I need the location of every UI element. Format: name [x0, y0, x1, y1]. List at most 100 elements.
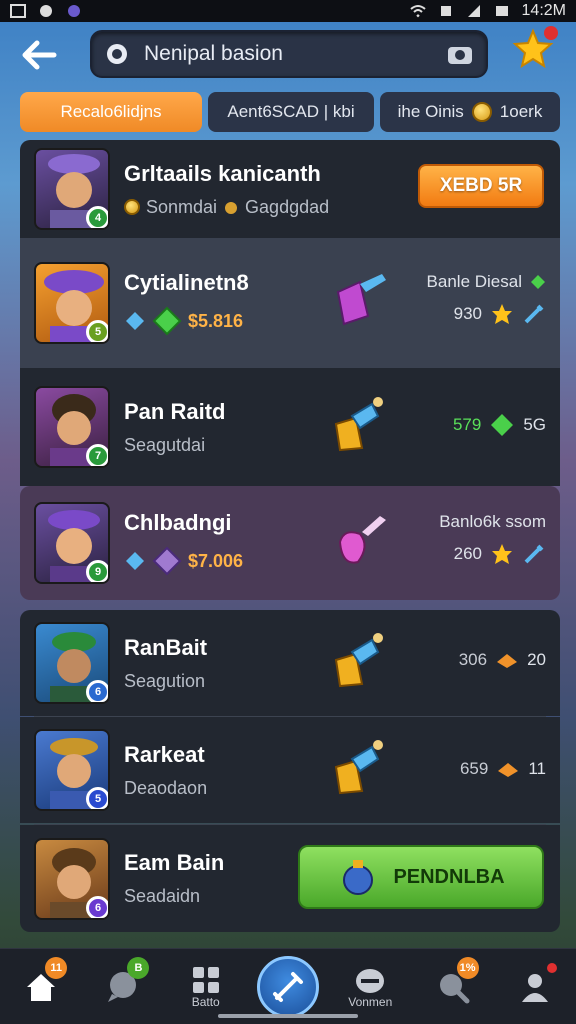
subtitle-1: Sonmdai [146, 196, 218, 217]
potion-icon [343, 860, 374, 895]
level-badge: 5 [86, 787, 108, 809]
account-badge [546, 962, 557, 973]
row-info: Cytialinetn8 $5.816 [124, 270, 249, 336]
level-badge: 9 [86, 560, 108, 582]
list-item[interactable]: 9 Chlbadngi $7.006 Banlo6k ssom 260 [20, 486, 560, 600]
search-input[interactable]: Nenipal basion [144, 42, 446, 66]
bag-icon [225, 202, 238, 214]
favorites-button[interactable] [512, 26, 558, 72]
row-info: Pan Raitd Seagutdai [124, 399, 225, 456]
gem-icon [152, 546, 182, 576]
row-info: Rarkeat Deaodaon [124, 742, 207, 799]
chat-badge: B [127, 956, 150, 979]
stats-line: 306 20 [459, 650, 546, 670]
pending-button[interactable]: PENDNLBA [298, 845, 544, 909]
diamond-icon [126, 312, 144, 330]
nav-profile[interactable]: Vonmen [338, 955, 402, 1019]
item-name: Chlbadngi [124, 510, 232, 535]
tab-bar: Recalo6lidjns Aent6SCAD | kbi ihe Oinis … [20, 92, 560, 132]
reward-title: Banlo6k ssom [439, 512, 546, 531]
list-item[interactable]: 6 RanBait Seagution 306 20 [20, 610, 560, 716]
stat-1: 306 [458, 650, 488, 669]
status-time: 14:2M [521, 2, 566, 19]
back-button[interactable] [14, 30, 64, 80]
list-item[interactable]: 4 Grltaails kanicanth Sonmdai Gagdgdad X… [20, 140, 560, 238]
sword-icon [524, 544, 544, 564]
item-subtitle: Sonmdai Gagdgdad [124, 197, 329, 218]
gallery-icon [10, 4, 26, 18]
nav-search[interactable]: 1% [421, 955, 485, 1019]
level-badge: 6 [86, 895, 108, 918]
diamond-icon [126, 552, 144, 570]
stats: 579 5G [453, 412, 546, 438]
nav-battle[interactable] [256, 955, 320, 1019]
avatar: 5 [34, 262, 110, 344]
nav-home[interactable]: 11 [9, 955, 73, 1019]
claim-button[interactable]: XEBD 5R [418, 164, 544, 208]
bomb-icon [334, 740, 383, 795]
level-badge: 4 [86, 206, 108, 228]
item-list: 4 Grltaails kanicanth Sonmdai Gagdgdad X… [20, 140, 560, 932]
list-item[interactable]: 7 Pan Raitd Seagutdai 579 5G [20, 368, 560, 486]
item-subtitle: $5.816 [124, 306, 249, 336]
item-price: $5.816 [188, 310, 244, 331]
home-badge: 11 [45, 956, 68, 979]
item-subtitle: Seagutdai [124, 434, 206, 455]
bomb-icon [334, 633, 383, 688]
item-name: Grltaails kanicanth [124, 160, 321, 186]
top-bar: Nenipal basion [0, 22, 576, 88]
nav-profile-label: Vonmen [348, 994, 393, 1009]
item-name: Rarkeat [124, 741, 205, 767]
subtitle-2: Gagdgdad [245, 196, 330, 217]
item-name: Pan Raitd [124, 398, 226, 424]
star-icon [492, 304, 512, 324]
ingot-icon [497, 654, 518, 668]
nav-chat[interactable]: B [91, 955, 155, 1019]
list-item[interactable]: 6 Eam Bain Seadaidn PENDNLBA [20, 825, 560, 932]
row-info: Chlbadngi $7.006 [124, 510, 243, 576]
battery-icon [495, 6, 508, 16]
app-icon [68, 5, 80, 17]
avatar: 6 [34, 622, 110, 704]
reward-value-line: 260 [454, 542, 546, 566]
search-icon [107, 44, 127, 64]
reward-title: Banle Diesal [426, 272, 522, 291]
row-info: Eam Bain Seadaidn [124, 850, 224, 907]
avatar: 6 [34, 837, 110, 920]
battle-button[interactable] [256, 955, 319, 1018]
item-subtitle: Seagution [124, 670, 206, 691]
bottom-nav: 11 B Batto Vonmen 1% [0, 948, 576, 1024]
row-info: Grltaails kanicanth Sonmdai Gagdgdad [124, 161, 329, 218]
tab-aent[interactable]: Aent6SCAD | kbi [208, 92, 374, 132]
level-badge: 5 [86, 320, 108, 342]
camera-icon[interactable] [446, 42, 474, 66]
stats: 306 20 [459, 650, 546, 670]
gem-icon [491, 414, 514, 436]
reward-info: Banle Diesal 930 [427, 272, 546, 326]
list-item[interactable]: 5 Cytialinetn8 $5.816 Banle Diesal 930 [20, 238, 560, 368]
user-icon [521, 973, 548, 1002]
search-badge: 1% [456, 956, 479, 979]
nav-grid-label: Batto [191, 994, 220, 1009]
avatar: 4 [34, 148, 110, 230]
sword-icon [272, 971, 303, 1002]
home-indicator [218, 1014, 358, 1018]
helmet-icon [356, 968, 385, 993]
search-bar[interactable]: Nenipal basion [90, 30, 488, 78]
item-name: RanBait [124, 634, 208, 660]
tab-recalo[interactable]: Recalo6lidjns [20, 92, 202, 132]
reward-value: 260 [453, 544, 482, 563]
stat-2: 11 [528, 759, 546, 778]
reward-value: 930 [453, 304, 482, 323]
item-name: Cytialinetn8 [124, 270, 249, 295]
nav-account[interactable] [503, 955, 567, 1019]
stat-2: 20 [527, 650, 546, 669]
tab-oerk-label: 1oerk [499, 102, 543, 121]
ingot-icon [498, 763, 519, 777]
star-icon [492, 544, 512, 564]
nav-grid[interactable]: Batto [174, 955, 238, 1019]
reward-info: Banlo6k ssom 260 [439, 512, 546, 566]
tab-oinis[interactable]: ihe Oinis 1oerk [380, 92, 560, 132]
list-item[interactable]: 5 Rarkeat Deaodaon 659 11 [20, 717, 560, 823]
grid-icon [192, 966, 219, 993]
